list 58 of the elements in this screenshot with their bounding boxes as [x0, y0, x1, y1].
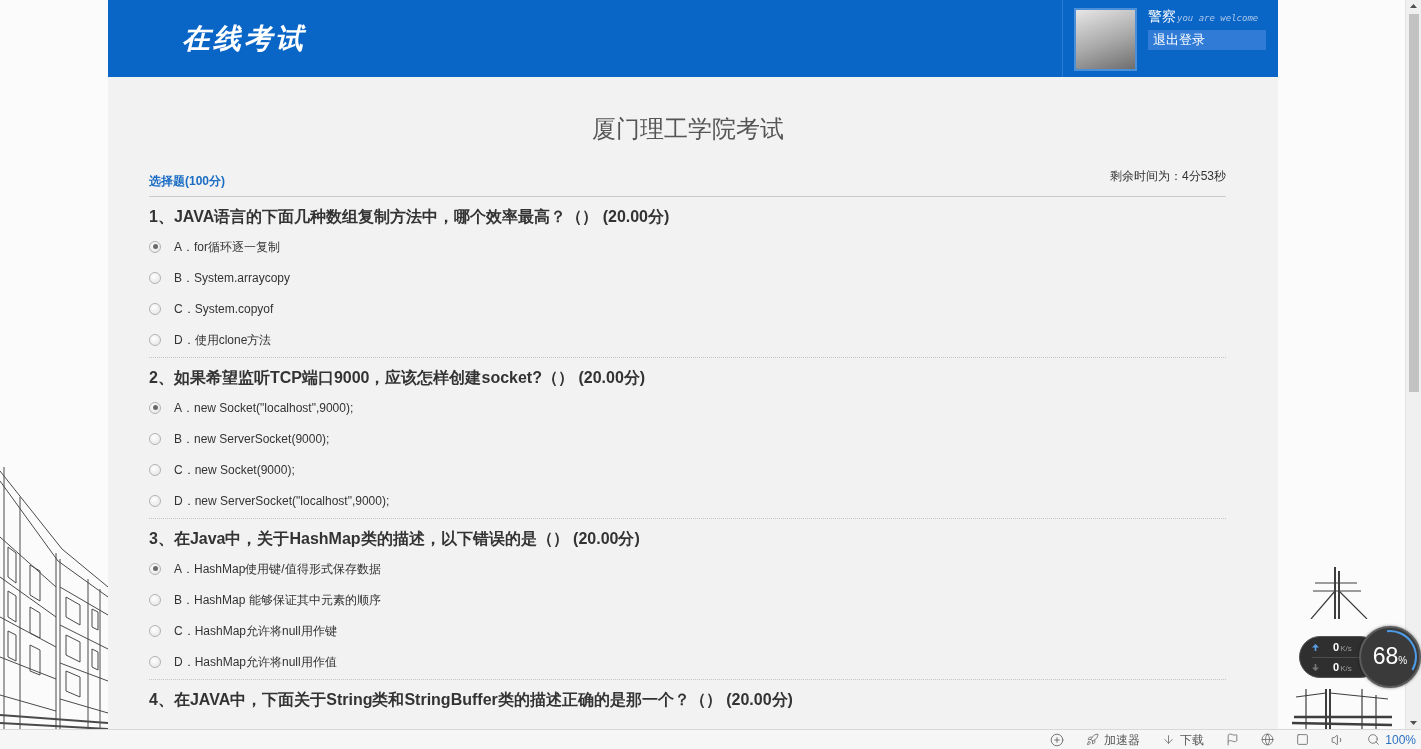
radio-button[interactable] — [149, 494, 161, 507]
percent-value: 68 — [1372, 642, 1399, 670]
percent-sign: % — [1398, 655, 1408, 667]
option-label[interactable]: B．System.arraycopy — [174, 270, 291, 285]
option-label[interactable]: B．new ServerSocket(9000); — [174, 431, 330, 446]
option-label[interactable]: D．HashMap允许将null用作值 — [174, 654, 337, 669]
radio-button[interactable] — [149, 562, 161, 575]
radio-button[interactable] — [149, 463, 161, 476]
section-heading: 选择题(100分) — [149, 174, 225, 188]
option-label[interactable]: A．for循环逐一复制 — [174, 239, 280, 254]
option-label[interactable]: C．new Socket(9000); — [174, 462, 295, 477]
question-title: 3、在Java中，关于HashMap类的描述，以下错误的是（） (20.00分) — [149, 529, 641, 549]
caret-down-icon[interactable] — [1410, 721, 1417, 725]
exam-title: 厦门理工学院考试 — [590, 115, 785, 143]
option-label[interactable]: A．HashMap使用键/值得形式保存数据 — [174, 561, 381, 576]
radio-button[interactable] — [149, 401, 161, 414]
radio-button[interactable] — [149, 593, 161, 606]
option-label[interactable]: C．System.copyof — [174, 301, 274, 316]
user-name: 警察 — [1148, 8, 1176, 25]
rocket-icon — [1086, 733, 1100, 746]
question-title: 2、如果希望监听TCP端口9000，应该怎样创建socket?（） (20.00分) — [149, 368, 647, 388]
circle-plus-icon[interactable] — [1050, 732, 1065, 747]
option-label[interactable]: D．new ServerSocket("localhost",9000); — [174, 493, 390, 508]
radio-button[interactable] — [149, 624, 161, 637]
radio-button[interactable] — [149, 333, 161, 346]
question-title: 4、在JAVA中，下面关于String类和StringBuffer类的描述正确的是那一个？（） (20.00分) — [149, 690, 794, 710]
zoom-button[interactable]: 100% — [1367, 732, 1416, 747]
scrollbar-track[interactable] — [1405, 0, 1421, 729]
flag-icon[interactable] — [1226, 733, 1240, 746]
radio-button[interactable] — [149, 240, 161, 253]
globe-icon[interactable] — [1261, 733, 1275, 746]
arrow-up-icon — [1312, 643, 1319, 651]
logout-button[interactable]: 退出登录 — [1148, 30, 1266, 50]
radio-button[interactable] — [149, 655, 161, 668]
option-label[interactable]: A．new Socket("localhost",9000); — [174, 400, 354, 415]
download-speed: 0 — [1333, 661, 1340, 673]
site-logo: 在线考试 — [182, 21, 306, 56]
option-label[interactable]: B．HashMap 能够保证其中元素的顺序 — [174, 592, 381, 607]
remaining-time: 剩余时间为：4分53秒 — [1109, 169, 1226, 183]
question-title: 1、JAVA语言的下面几种数组复制方法中，哪个效率最高？（） (20.00分) — [149, 207, 671, 227]
speed-unit: K/s — [1340, 664, 1352, 674]
square-icon[interactable] — [1296, 733, 1310, 746]
arrow-down-icon — [1312, 664, 1319, 671]
upload-speed: 0 — [1333, 640, 1340, 653]
download-button[interactable]: 下载 — [1162, 732, 1205, 747]
arrow-down-icon — [1162, 733, 1176, 746]
photo-placeholder — [1074, 8, 1137, 71]
search-icon — [1367, 733, 1381, 746]
option-label[interactable]: C．HashMap允许将null用作键 — [174, 623, 337, 638]
speed-unit: K/s — [1340, 643, 1352, 654]
greeting-text: you are welcome — [1177, 13, 1259, 23]
radio-button[interactable] — [149, 271, 161, 284]
scrollbar-thumb[interactable] — [1408, 14, 1419, 392]
accelerator-button[interactable]: 加速器 — [1086, 732, 1141, 747]
radio-button[interactable] — [149, 432, 161, 445]
caret-up-icon[interactable] — [1410, 4, 1417, 8]
radio-button[interactable] — [149, 302, 161, 315]
option-label[interactable]: D．使用clone方法 — [174, 332, 272, 347]
